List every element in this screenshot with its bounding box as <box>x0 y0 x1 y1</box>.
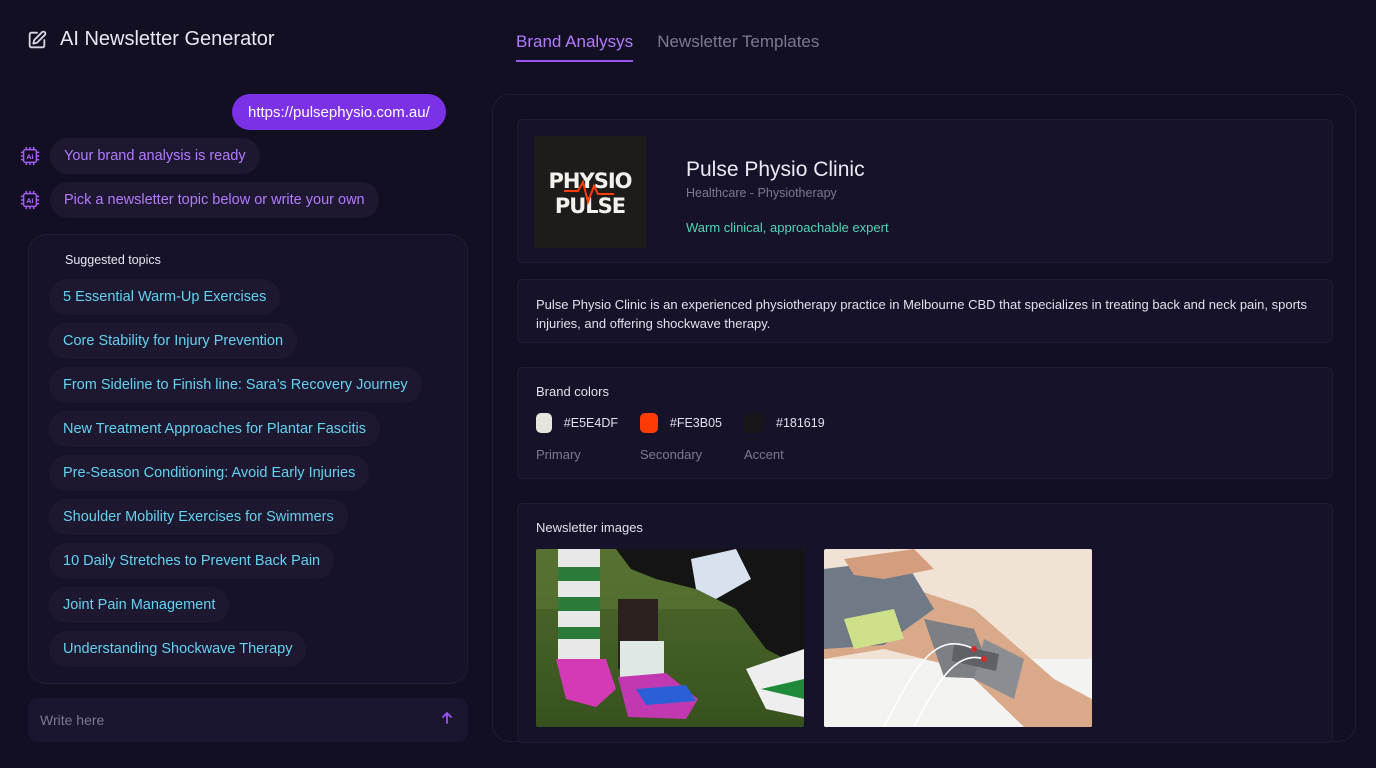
bot-message-row: AI Pick a newsletter topic below or writ… <box>18 182 379 218</box>
color-hex: #FE3B05 <box>669 416 722 430</box>
color-hex: #E5E4DF <box>563 416 618 430</box>
suggested-topics-title: Suggested topics <box>65 253 161 267</box>
color-hex: #181619 <box>776 416 825 430</box>
brand-analysis-panel: PHYSIO PULSE Pulse Physio Clinic Healthc… <box>492 94 1356 743</box>
newsletter-image-knee-therapy[interactable] <box>824 549 1092 727</box>
brand-logo: PHYSIO PULSE <box>534 136 646 248</box>
color-role: Accent <box>744 447 784 462</box>
topic-chip[interactable]: Understanding Shockwave Therapy <box>49 631 307 667</box>
bot-message: Your brand analysis is ready <box>50 138 260 174</box>
newsletter-images-card: Newsletter images <box>517 503 1333 743</box>
tab-bar: Brand Analysys Newsletter Templates <box>516 32 819 62</box>
tab-brand-analysis[interactable]: Brand Analysys <box>516 32 634 62</box>
brand-summary-card: PHYSIO PULSE Pulse Physio Clinic Healthc… <box>517 119 1333 263</box>
send-arrow-icon[interactable] <box>440 711 454 730</box>
ai-chip-icon: AI <box>18 144 42 168</box>
ai-chip-icon: AI <box>18 188 42 212</box>
topic-chip[interactable]: Core Stability for Injury Prevention <box>49 323 298 359</box>
topic-chip[interactable]: 10 Daily Stretches to Prevent Back Pain <box>49 543 335 579</box>
image-gallery <box>536 549 1314 727</box>
app-title: AI Newsletter Generator <box>26 28 275 51</box>
newsletter-image-soccer-injury[interactable] <box>536 549 804 727</box>
svg-text:PHYSIO: PHYSIO <box>549 169 632 193</box>
brand-category: Healthcare - Physiotherapy <box>686 186 837 200</box>
color-chip <box>536 413 552 433</box>
svg-text:AI: AI <box>26 153 33 161</box>
color-swatch-accent: #181619 Accent <box>744 413 826 462</box>
brand-tone: Warm clinical, approachable expert <box>686 220 889 235</box>
tab-newsletter-templates[interactable]: Newsletter Templates <box>657 32 819 62</box>
topic-chip[interactable]: From Sideline to Finish line: Sara’s Rec… <box>49 367 422 403</box>
brand-description: Pulse Physio Clinic is an experienced ph… <box>536 297 1308 331</box>
brand-colors-title: Brand colors <box>536 384 609 399</box>
topic-chip[interactable]: 5 Essential Warm-Up Exercises <box>49 279 281 315</box>
color-chip <box>744 413 764 433</box>
color-swatch-list: #E5E4DF Primary #FE3B05 Secondary #18161… <box>536 413 1314 462</box>
message-input[interactable] <box>40 712 400 728</box>
topic-chip[interactable]: Pre-Season Conditioning: Avoid Early Inj… <box>49 455 370 491</box>
topic-chip[interactable]: New Treatment Approaches for Plantar Fas… <box>49 411 381 447</box>
app-title-text: AI Newsletter Generator <box>60 28 275 50</box>
color-swatch-secondary: #FE3B05 Secondary <box>640 413 722 462</box>
topic-chip[interactable]: Shoulder Mobility Exercises for Swimmers <box>49 499 348 535</box>
color-swatch-primary: #E5E4DF Primary <box>536 413 618 462</box>
svg-text:AI: AI <box>26 197 33 205</box>
bot-message-row: AI Your brand analysis is ready <box>18 138 260 174</box>
suggested-topics-card: Suggested topics 5 Essential Warm-Up Exe… <box>28 234 468 684</box>
bot-message: Pick a newsletter topic below or write y… <box>50 182 379 218</box>
user-url-message: https://pulsephysio.com.au/ <box>232 94 446 130</box>
brand-colors-card: Brand colors #E5E4DF Primary #FE3B05 Sec… <box>517 367 1333 479</box>
color-role: Secondary <box>640 447 703 462</box>
color-role: Primary <box>536 447 581 462</box>
brand-name: Pulse Physio Clinic <box>686 158 865 181</box>
color-chip <box>640 413 658 433</box>
message-composer <box>28 698 468 742</box>
newsletter-images-title: Newsletter images <box>536 520 643 535</box>
brand-description-card: Pulse Physio Clinic is an experienced ph… <box>517 279 1333 343</box>
edit-icon <box>26 29 48 51</box>
topic-chip[interactable]: Joint Pain Management <box>49 587 230 623</box>
topic-list: 5 Essential Warm-Up Exercises Core Stabi… <box>49 279 447 667</box>
